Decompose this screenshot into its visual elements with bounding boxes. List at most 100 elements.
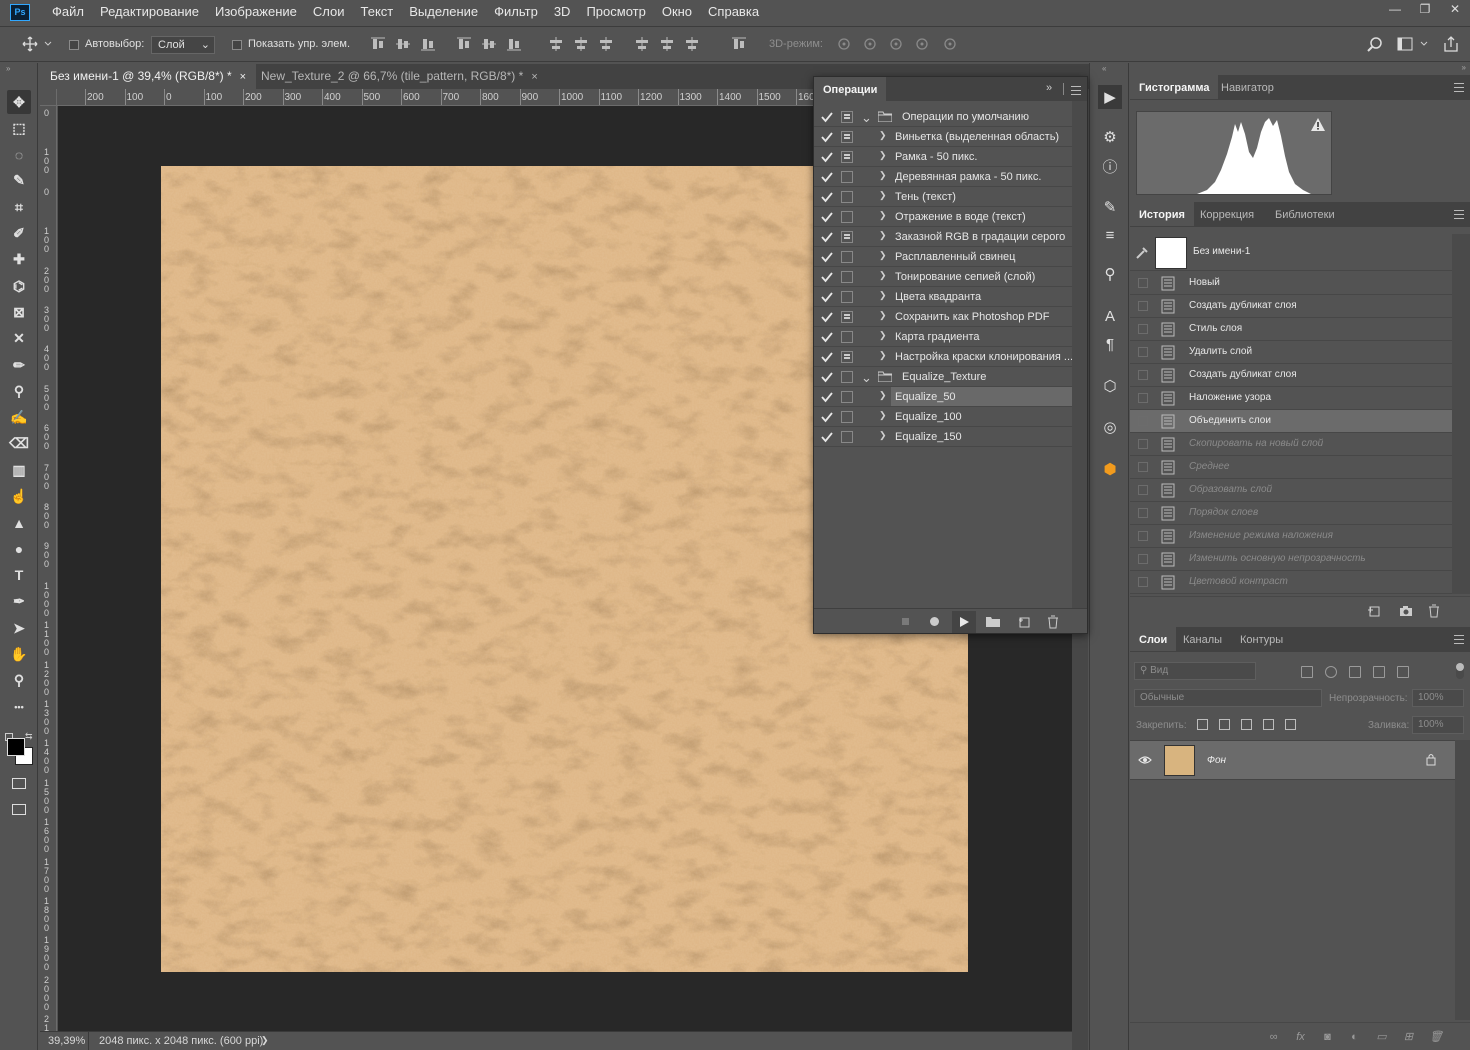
history-source-checkbox[interactable]	[1138, 508, 1148, 518]
history-source-checkbox[interactable]	[1138, 301, 1148, 311]
eyedropper-tool-icon[interactable]: ✐	[7, 222, 31, 246]
info-icon[interactable]: ⓘ	[1098, 154, 1122, 178]
new-set-folder-icon[interactable]	[986, 616, 1000, 627]
history-source-checkbox[interactable]	[1138, 577, 1148, 587]
toggle-check-icon[interactable]	[821, 370, 833, 384]
close-window-button[interactable]: ✕	[1440, 0, 1470, 18]
search-icon[interactable]	[1367, 36, 1383, 52]
history-state[interactable]: Среднее	[1130, 456, 1452, 479]
toggle-check-icon[interactable]	[821, 230, 833, 244]
opacity-field[interactable]: 100%	[1412, 689, 1464, 707]
lock-image-icon[interactable]	[1219, 719, 1230, 730]
menu-item[interactable]: 3D	[546, 0, 579, 24]
toggle-check-icon[interactable]	[821, 190, 833, 204]
show-transform-checkbox[interactable]	[232, 40, 242, 50]
history-state[interactable]: Скопировать на новый слой	[1130, 433, 1452, 456]
history-source-checkbox[interactable]	[1138, 531, 1148, 541]
history-brush-icon[interactable]	[1135, 246, 1149, 260]
autoselect-target-select[interactable]: Слой ⌄	[151, 36, 215, 54]
brush-settings-icon[interactable]: ✎	[1098, 195, 1122, 219]
history-state[interactable]: Создать дубликат слоя	[1130, 364, 1452, 387]
history-source-checkbox[interactable]	[1138, 393, 1148, 403]
patch-tool-icon[interactable]: ⌬	[7, 274, 31, 298]
sharpen-tool-icon[interactable]: ▲	[7, 511, 31, 535]
eye-icon[interactable]	[1138, 755, 1152, 765]
type-tool-icon[interactable]: T	[7, 563, 31, 587]
ruler-origin[interactable]	[40, 89, 57, 106]
menu-item[interactable]: Слои	[305, 0, 353, 24]
action-set-row[interactable]: ⌄ Операции по умолчанию	[814, 107, 1072, 127]
dialog-toggle-icon[interactable]	[841, 391, 853, 403]
chevron-down-icon[interactable]	[44, 40, 52, 48]
history-source-checkbox[interactable]	[1138, 324, 1148, 334]
distribute-bottom-icon[interactable]	[598, 36, 614, 52]
chevron-right-icon[interactable]: ❯	[879, 210, 887, 221]
lasso-tool-icon[interactable]: ◌	[7, 143, 31, 167]
chevron-right-icon[interactable]: ❯	[879, 270, 887, 281]
add-mask-icon[interactable]: ◙	[1321, 1031, 1334, 1043]
trash-icon[interactable]: 🗑	[1429, 1031, 1443, 1043]
chevron-down-icon[interactable]: ⌄	[861, 110, 872, 126]
menu-item[interactable]: Выделение	[401, 0, 486, 24]
action-row[interactable]: ❯ Расплавленный свинец	[814, 247, 1072, 267]
toggle-check-icon[interactable]	[821, 110, 833, 124]
history-state[interactable]: Стиль слоя	[1130, 318, 1452, 341]
close-icon[interactable]: ×	[240, 71, 246, 83]
menu-item[interactable]: Справка	[700, 0, 767, 24]
panel-menu-icon[interactable]	[1071, 86, 1081, 95]
close-icon[interactable]: ×	[531, 71, 537, 83]
chevron-right-icon[interactable]: ❯	[879, 310, 887, 321]
action-row[interactable]: ❯ Тонирование сепией (слой)	[814, 267, 1072, 287]
history-source-checkbox[interactable]	[1138, 439, 1148, 449]
dialog-toggle-icon[interactable]	[841, 191, 853, 203]
chevron-right-icon[interactable]: ❯	[879, 130, 887, 141]
eraser-tool-icon[interactable]: ⌫	[7, 432, 31, 456]
3d-icon[interactable]: ⬡	[1098, 374, 1122, 398]
auto-align-icon[interactable]	[731, 36, 747, 52]
panel-menu-icon[interactable]	[1454, 83, 1464, 92]
quick-mask-icon[interactable]	[7, 771, 31, 795]
action-row[interactable]: ❯ Виньетка (выделенная область)	[814, 127, 1072, 147]
action-row[interactable]: ❯ Заказной RGB в градации серого	[814, 227, 1072, 247]
autoselect-checkbox[interactable]	[69, 40, 79, 50]
chevron-right-icon[interactable]: ❯	[879, 330, 887, 341]
lock-icon[interactable]	[1426, 753, 1436, 766]
toggle-check-icon[interactable]	[821, 350, 833, 364]
toggle-check-icon[interactable]	[821, 130, 833, 144]
action-row[interactable]: ❯ Equalize_50	[814, 387, 1072, 407]
align-vcenter-icon[interactable]	[395, 36, 411, 52]
align-hcenter-icon[interactable]	[481, 36, 497, 52]
move-tool-icon[interactable]: ✥	[7, 90, 31, 114]
new-group-icon[interactable]: ▭	[1375, 1031, 1388, 1043]
align-top-icon[interactable]	[370, 36, 386, 52]
toggle-check-icon[interactable]	[821, 390, 833, 404]
dialog-toggle-icon[interactable]	[841, 351, 853, 363]
tab-histogram[interactable]: Гистограмма	[1130, 75, 1219, 99]
align-right-icon[interactable]	[506, 36, 522, 52]
action-row[interactable]: ❯ Отражение в воде (текст)	[814, 207, 1072, 227]
scale-3d-icon[interactable]	[942, 36, 958, 52]
dialog-toggle-icon[interactable]	[841, 371, 853, 383]
warning-icon[interactable]	[1311, 118, 1325, 131]
slide-3d-icon[interactable]	[914, 36, 930, 52]
healing-brush-tool-icon[interactable]: ✚	[7, 248, 31, 272]
more-tools-icon[interactable]: •••	[7, 695, 31, 719]
device-preview-icon[interactable]: ◎	[1098, 415, 1122, 439]
workspace-icon[interactable]	[1397, 36, 1413, 52]
history-source-checkbox[interactable]	[1138, 485, 1148, 495]
chevron-right-icon[interactable]: ❯	[879, 170, 887, 181]
history-state[interactable]: Наложение узора	[1130, 387, 1452, 410]
marquee-tool-icon[interactable]: ⬚	[7, 116, 31, 140]
history-source-checkbox[interactable]	[1138, 278, 1148, 288]
trash-icon[interactable]	[1047, 615, 1059, 629]
toggle-check-icon[interactable]	[821, 290, 833, 304]
blend-mode-select[interactable]: Обычные	[1134, 689, 1322, 707]
tab-paths[interactable]: Контуры	[1231, 627, 1292, 651]
tab-history[interactable]: История	[1130, 202, 1194, 226]
toggle-check-icon[interactable]	[821, 150, 833, 164]
toggle-check-icon[interactable]	[821, 210, 833, 224]
history-brush-tool-icon[interactable]: ✍	[7, 406, 31, 430]
pen-tool-icon[interactable]: ✒	[7, 590, 31, 614]
history-source-checkbox[interactable]	[1138, 462, 1148, 472]
link-layers-icon[interactable]: ∞	[1267, 1031, 1280, 1043]
